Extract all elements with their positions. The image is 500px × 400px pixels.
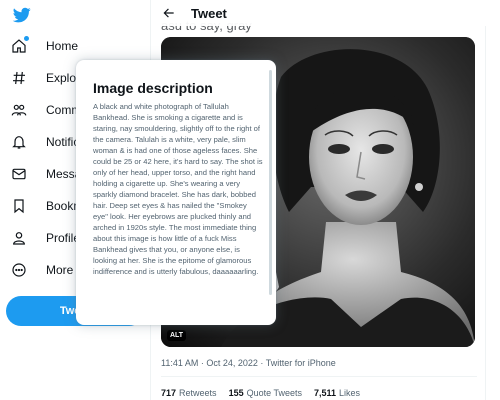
scrollbar-thumb[interactable] [269,70,272,295]
retweets-label: Retweets [179,388,217,398]
retweets-count: 717 [161,388,177,398]
person-icon [10,229,28,247]
envelope-icon [10,165,28,183]
bell-icon [10,133,28,151]
page-header: Tweet [151,0,487,26]
quotes-label: Quote Tweets [246,388,302,398]
image-description-popup: Image description A black and white phot… [76,60,276,325]
home-icon [10,36,29,55]
bookmark-icon [10,197,28,215]
likes-label: Likes [339,388,361,398]
quotes-count: 155 [228,388,244,398]
tweet-stats: 717 Retweets 155 Quote Tweets 7,511 Likes [161,388,360,398]
sidebar-item-label: Profile [46,231,81,245]
communities-icon [10,101,28,119]
twitter-bird-icon[interactable] [12,6,32,24]
popup-title: Image description [93,80,213,96]
sidebar-item-label: Home [46,39,79,53]
sidebar-item-label: More [46,263,74,277]
sidebar-item-profile[interactable]: Profile [10,226,80,250]
likes-stat[interactable]: 7,511 Likes [314,388,360,398]
page-title: Tweet [191,5,227,21]
tweet-timestamp: 11:41 AM · Oct 24, 2022 · Twitter for iP… [161,358,336,368]
divider [161,376,477,377]
sidebar-item-more[interactable]: More [10,258,73,282]
likes-count: 7,511 [313,388,336,398]
arrow-left-icon[interactable] [161,5,177,21]
hashtag-icon [10,69,28,87]
quotes-stat[interactable]: 155 Quote Tweets [229,388,302,398]
popup-description-text: A black and white photograph of Tallulah… [93,102,263,276]
notification-dot [24,36,29,41]
sidebar-item-home[interactable]: Home [10,34,78,58]
popup-scrollbar[interactable] [269,70,272,315]
more-circle-icon [10,261,28,279]
alt-badge[interactable]: ALT [167,330,187,341]
retweets-stat[interactable]: 717 Retweets [161,388,217,398]
